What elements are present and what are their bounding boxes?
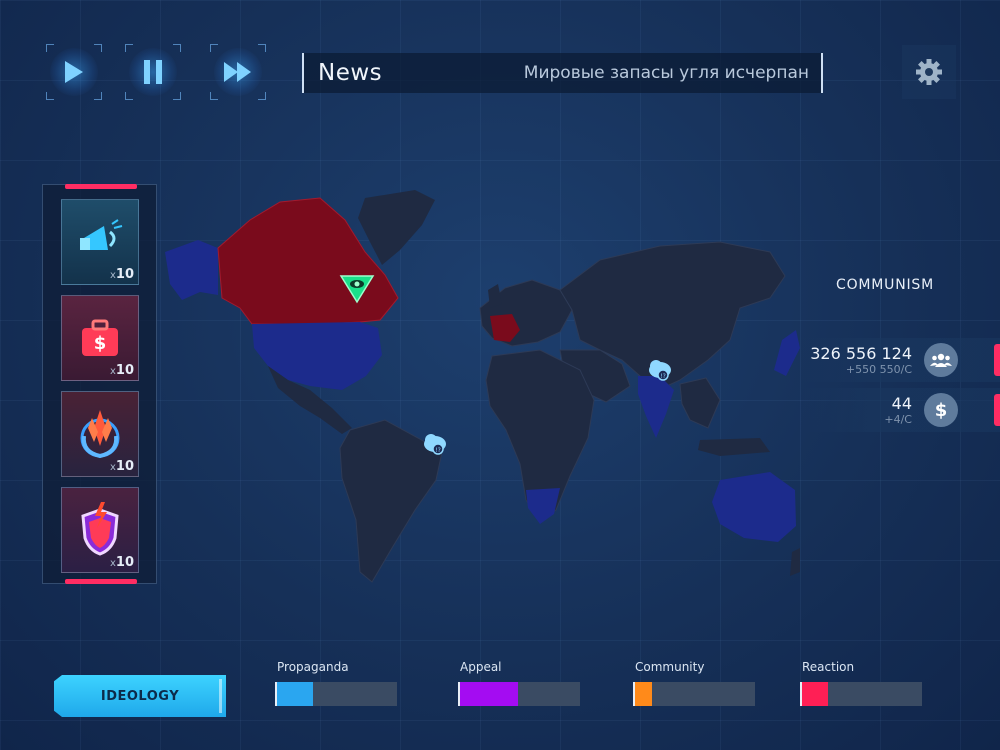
fast-forward-button[interactable] xyxy=(210,44,266,100)
briefcase-dollar-icon: $ xyxy=(82,319,118,356)
card-un-emblem[interactable]: x10 xyxy=(61,391,139,477)
world-map[interactable]: !? !? xyxy=(160,180,800,590)
meter-label: Propaganda xyxy=(277,660,349,674)
meter-reaction: Reaction xyxy=(800,660,922,706)
megaphone-icon xyxy=(80,219,123,250)
meter-track xyxy=(800,682,922,706)
united-nations-emblem-icon xyxy=(80,410,120,459)
meter-fill xyxy=(460,682,518,706)
meter-community: Community xyxy=(633,660,755,706)
svg-text:$: $ xyxy=(94,333,107,354)
card-count: x10 xyxy=(109,267,134,282)
meter-label: Community xyxy=(635,660,705,674)
map-region-japan xyxy=(774,330,800,376)
followers-count: 326 556 124 xyxy=(810,344,912,363)
gear-icon xyxy=(916,59,942,85)
meter-fill xyxy=(277,682,313,706)
meter-fill xyxy=(635,682,652,706)
svg-text:!?: !? xyxy=(660,373,666,380)
card-count: x10 xyxy=(109,459,134,474)
followers-rate: +550 550/C xyxy=(845,363,912,376)
map-region-australia xyxy=(712,472,796,542)
map-region-new-zealand xyxy=(790,548,800,576)
fast-forward-icon xyxy=(224,62,251,82)
people-icon xyxy=(924,343,958,377)
map-region-alaska xyxy=(165,240,218,300)
pause-button[interactable] xyxy=(125,44,181,100)
money-stat: 44 +4/C $ xyxy=(800,388,1000,432)
play-icon xyxy=(65,61,83,83)
meter-fill xyxy=(802,682,829,706)
card-count: x10 xyxy=(109,555,134,570)
map-region-indonesia xyxy=(698,438,770,456)
panel-top-indicator xyxy=(65,184,137,189)
meter-appeal: Appeal xyxy=(458,660,580,706)
svg-text:!?: !? xyxy=(435,447,441,454)
meter-label: Reaction xyxy=(802,660,855,674)
meter-track xyxy=(458,682,580,706)
meter-propaganda: Propaganda xyxy=(275,660,397,706)
meter-label: Appeal xyxy=(460,660,502,674)
card-shield[interactable]: x10 xyxy=(61,487,139,573)
ability-card-panel: x10 $ x10 x10 x10 xyxy=(42,184,157,584)
map-region-southeast-asia xyxy=(679,377,721,429)
map-region-usa xyxy=(252,322,382,390)
ideology-name: COMMUNISM xyxy=(836,277,934,293)
dollar-icon: $ xyxy=(924,393,958,427)
panel-bottom-indicator xyxy=(65,579,137,584)
followers-stat: 326 556 124 +550 550/C xyxy=(800,338,1000,382)
news-ticker[interactable]: News Мировые запасы угля исчерпан xyxy=(302,53,823,93)
followers-indicator xyxy=(994,344,1000,376)
meter-track xyxy=(275,682,397,706)
money-indicator xyxy=(994,394,1000,426)
news-title: News xyxy=(318,60,383,86)
map-region-uk xyxy=(488,284,502,308)
map-region-india xyxy=(638,376,674,438)
news-headline: Мировые запасы угля исчерпан xyxy=(523,63,809,83)
settings-button[interactable] xyxy=(902,45,956,99)
play-button[interactable] xyxy=(46,44,102,100)
card-briefcase[interactable]: $ x10 xyxy=(61,295,139,381)
pause-icon xyxy=(144,60,162,84)
card-count: x10 xyxy=(109,363,134,378)
money-count: 44 xyxy=(891,394,912,413)
ideology-button[interactable]: IDEOLOGY xyxy=(54,675,226,717)
map-region-south-africa xyxy=(526,488,560,524)
map-region-greenland xyxy=(358,190,435,265)
meter-track xyxy=(633,682,755,706)
card-megaphone[interactable]: x10 xyxy=(61,199,139,285)
lightning-shield-icon xyxy=(81,502,119,556)
money-rate: +4/C xyxy=(884,413,912,426)
